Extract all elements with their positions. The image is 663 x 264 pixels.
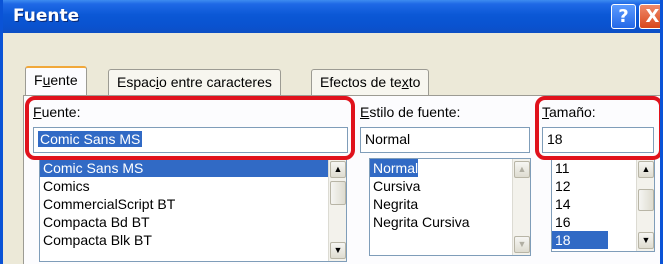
font-dialog: Fuente ? X Fuente Espacio entre caracter… xyxy=(0,0,663,264)
title-bar[interactable]: Fuente ? X xyxy=(3,0,660,33)
font-list-scrollbar[interactable]: ▲ ▼ xyxy=(328,159,346,261)
list-item[interactable]: Negrita xyxy=(370,195,530,213)
list-item[interactable]: Cursiva xyxy=(370,177,530,195)
font-size-field[interactable]: 18 xyxy=(542,127,654,153)
list-item[interactable]: Compacta Bd BT xyxy=(40,213,346,231)
size-label: Tamaño: xyxy=(542,104,596,120)
help-icon[interactable]: ? xyxy=(611,4,636,29)
font-size-list[interactable]: 11 12 14 16 18 ▲ ▼ xyxy=(551,158,655,252)
list-item[interactable]: Comic Sans MS xyxy=(40,159,346,177)
list-item[interactable]: 18 xyxy=(552,231,608,249)
list-item[interactable]: CommercialScript BT xyxy=(40,195,346,213)
font-list[interactable]: Comic Sans MS Comics CommercialScript BT… xyxy=(39,158,347,262)
font-style-value: Normal xyxy=(365,131,411,147)
font-size-scrollbar[interactable]: ▲ ▼ xyxy=(636,159,654,251)
font-name-field[interactable]: Comic Sans MS xyxy=(33,127,348,153)
list-item[interactable]: Comics xyxy=(40,177,346,195)
list-item[interactable]: Normal xyxy=(370,159,418,177)
scroll-down-icon[interactable]: ▼ xyxy=(514,236,530,253)
font-style-field[interactable]: Normal xyxy=(360,127,530,153)
font-label: Fuente: xyxy=(33,104,81,120)
scroll-up-icon[interactable]: ▲ xyxy=(638,161,654,178)
dialog-title: Fuente xyxy=(13,6,80,26)
font-size-value: 18 xyxy=(547,131,563,147)
list-item[interactable]: Negrita Cursiva xyxy=(370,213,530,231)
tab-fuente[interactable]: Fuente xyxy=(25,66,87,96)
scroll-thumb[interactable] xyxy=(330,181,346,205)
scroll-up-icon[interactable]: ▲ xyxy=(514,161,530,178)
close-icon[interactable]: X xyxy=(639,4,660,29)
tab-espacio-entre-caracteres[interactable]: Espacio entre caracteres xyxy=(108,69,281,95)
font-name-value: Comic Sans MS xyxy=(38,131,143,147)
style-label: Estilo de fuente: xyxy=(360,104,461,120)
scroll-down-icon[interactable]: ▼ xyxy=(330,242,346,259)
font-style-list[interactable]: Normal Cursiva Negrita Negrita Cursiva ▲… xyxy=(369,158,531,256)
scroll-down-icon[interactable]: ▼ xyxy=(638,232,654,249)
tab-efectos-de-texto[interactable]: Efectos de texto xyxy=(311,69,430,95)
font-style-scrollbar[interactable]: ▲ ▼ xyxy=(512,159,530,255)
scroll-thumb[interactable] xyxy=(638,189,654,211)
list-item[interactable]: Compacta Blk BT xyxy=(40,231,346,249)
scroll-up-icon[interactable]: ▲ xyxy=(330,161,346,178)
